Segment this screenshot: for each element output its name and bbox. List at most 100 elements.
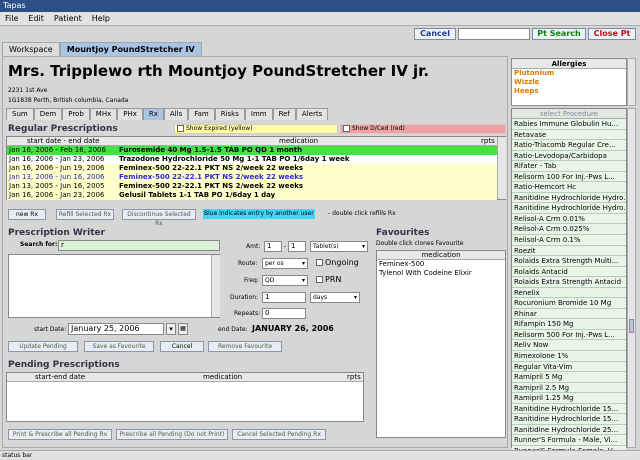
- list-item[interactable]: Feminex-500: [377, 260, 505, 269]
- drug-results-list[interactable]: [8, 254, 220, 318]
- writer-cancel-button[interactable]: Cancel: [160, 341, 204, 352]
- tab-prob[interactable]: Prob: [62, 108, 90, 120]
- tab-fam[interactable]: Fam: [188, 108, 215, 120]
- tab-rx[interactable]: Rx: [142, 108, 164, 120]
- list-item[interactable]: Ratio-Triacomb Regular Cre...: [512, 140, 626, 151]
- tab-alerts[interactable]: Alerts: [295, 108, 329, 120]
- list-item[interactable]: Rocuronium Bromide 10 Mg: [512, 298, 626, 309]
- show-expired-checkbox[interactable]: [177, 125, 184, 132]
- list-item[interactable]: Relisorm 500 For Inj.-Pws L...: [512, 329, 626, 341]
- allergies-scrollbar[interactable]: [627, 58, 636, 106]
- prn-checkbox[interactable]: [316, 276, 323, 283]
- menu-file[interactable]: File: [0, 12, 23, 26]
- show-dced-toggle[interactable]: Show D/Ced (red): [340, 124, 506, 134]
- repeats-input[interactable]: 0: [262, 308, 306, 319]
- start-date-input[interactable]: January 25, 2006: [68, 323, 164, 335]
- procedure-scrollbar[interactable]: [627, 108, 636, 448]
- list-item[interactable]: Relisol-A Crm 0.1%: [512, 235, 626, 246]
- list-item[interactable]: Regular Vita-Vim: [512, 361, 626, 373]
- cancel-button[interactable]: Cancel: [414, 28, 456, 40]
- freq-select[interactable]: QD ▾: [262, 275, 308, 286]
- prn-toggle[interactable]: PRN: [316, 275, 341, 284]
- list-item[interactable]: Retavase: [512, 129, 626, 141]
- amt-max-input[interactable]: 1: [288, 241, 306, 252]
- allergy-item[interactable]: Heeps: [512, 87, 626, 96]
- cancel-selected-pending-button[interactable]: Cancel Selected Pending Rx: [232, 429, 326, 440]
- list-item[interactable]: Ranitidine Hydrochloride Hydro...: [512, 192, 626, 204]
- drug-results-scrollbar[interactable]: [211, 255, 220, 317]
- tab-dem[interactable]: Dem: [33, 108, 63, 120]
- list-item[interactable]: Rolaids Antacid: [512, 266, 626, 278]
- tab-phx[interactable]: PHx: [117, 108, 143, 120]
- list-item[interactable]: Relisorm 100 For Inj.-Pws L...: [512, 171, 626, 183]
- ongoing-toggle[interactable]: Ongoing: [316, 258, 359, 267]
- list-item[interactable]: Rabies Immune Globulin Hu...: [512, 119, 626, 130]
- tab-imm[interactable]: Imm: [244, 108, 273, 120]
- close-patient-button[interactable]: Close Pt: [588, 28, 636, 40]
- scroll-thumb[interactable]: [629, 319, 634, 333]
- list-item[interactable]: Rolaids Extra Strength Multi...: [512, 256, 626, 267]
- table-row[interactable]: Jan 13, 2006 - Jun 16, 2006 Feminex-500 2…: [7, 173, 497, 182]
- table-row[interactable]: Jan 13, 2005 - Jun 16, 2005 Feminex-500 2…: [7, 182, 497, 191]
- rx-table-scrollbar[interactable]: [497, 137, 506, 199]
- menu-patient[interactable]: Patient: [49, 12, 87, 26]
- list-item[interactable]: Ratio-Levodopa/Carbidopa: [512, 150, 626, 162]
- amt-unit-select[interactable]: Tablet(s) ▾: [310, 241, 368, 252]
- list-item[interactable]: Tylenol With Codeine Elixir: [377, 269, 505, 278]
- list-item[interactable]: Relisol-A Crm 0.025%: [512, 224, 626, 236]
- new-rx-button[interactable]: new Rx: [8, 209, 46, 220]
- tab-mhx[interactable]: MHx: [89, 108, 118, 120]
- print-prescribe-all-button[interactable]: Print & Prescribe all Pending Rx: [8, 429, 112, 440]
- patient-search-button[interactable]: Pt Search: [532, 28, 586, 40]
- list-item[interactable]: Ranitidine Hydrochloride Hydro...: [512, 203, 626, 214]
- tab-sum[interactable]: Sum: [6, 108, 34, 120]
- menu-edit[interactable]: Edit: [23, 12, 49, 26]
- update-pending-button[interactable]: Update Pending: [8, 341, 78, 352]
- list-item[interactable]: Renelix: [512, 287, 626, 299]
- list-item[interactable]: Ramipril 2.5 Mg: [512, 382, 626, 394]
- list-item[interactable]: Ramipril 1.25 Mg: [512, 393, 626, 404]
- duration-input[interactable]: 1: [262, 292, 306, 303]
- save-favourite-button[interactable]: Save as Favourite: [84, 341, 154, 352]
- list-item[interactable]: Rimexolone 1%: [512, 351, 626, 362]
- show-dced-checkbox[interactable]: [343, 125, 350, 132]
- prescribe-all-button[interactable]: Prescribe all Pending (Do not Print): [116, 429, 228, 440]
- list-item[interactable]: Rifampin 150 Mg: [512, 319, 626, 330]
- amt-min-input[interactable]: 1: [264, 241, 282, 252]
- date-dropdown-icon[interactable]: ▾: [166, 323, 176, 335]
- list-item[interactable]: Runner'S Formula - Male, Vi...: [512, 435, 626, 446]
- allergy-item[interactable]: Wizzle: [512, 78, 626, 87]
- table-row[interactable]: Jan 16, 2006 - Jan 23, 2006 Gelusil Table…: [7, 191, 497, 200]
- list-item[interactable]: Ratio-Hemcort Hc: [512, 182, 626, 193]
- list-item[interactable]: Rolaids Extra Strength Antacid: [512, 277, 626, 288]
- table-row[interactable]: Jan 16, 2006 - Feb 16, 2006 Furosemide 40…: [7, 146, 497, 155]
- menu-help[interactable]: Help: [87, 12, 115, 26]
- list-item[interactable]: Rifater - Tab: [512, 161, 626, 172]
- list-item[interactable]: Relisol-A Crm 0.01%: [512, 213, 626, 225]
- tab-alls[interactable]: Alls: [163, 108, 189, 120]
- allergy-item[interactable]: Plutonium: [512, 69, 626, 78]
- refill-selected-button[interactable]: Refill Selected Rx: [56, 209, 114, 220]
- list-item[interactable]: Ranitidine Hydrochloride 15...: [512, 414, 626, 425]
- list-item[interactable]: Ramipril 5 Mg: [512, 372, 626, 383]
- table-row[interactable]: Jan 16, 2006 - Jan 23, 2006 Trazodone Hyd…: [7, 155, 497, 164]
- list-item[interactable]: Ranitidine Hydrochloride 25...: [512, 424, 626, 436]
- list-item[interactable]: Roezit: [512, 245, 626, 257]
- tab-patient[interactable]: Mountjoy PoundStretcher IV: [59, 42, 202, 56]
- remove-favourite-button[interactable]: Remove Favourite: [208, 341, 282, 352]
- ongoing-checkbox[interactable]: [316, 259, 323, 266]
- route-select[interactable]: per os ▾: [262, 258, 308, 269]
- discontinue-selected-button[interactable]: Discontinue Selected Rx: [122, 209, 196, 227]
- calendar-icon[interactable]: ▦: [178, 323, 188, 335]
- tab-workspace[interactable]: Workspace: [2, 42, 60, 56]
- tab-ref[interactable]: Ref: [272, 108, 296, 120]
- list-item[interactable]: Reliv Now: [512, 340, 626, 352]
- list-item[interactable]: Ranitidine Hydrochloride 15...: [512, 403, 626, 415]
- table-row[interactable]: Jan 16, 2006 - Jun 19, 2006 Feminex-500 2…: [7, 164, 497, 173]
- list-item[interactable]: Rhinar: [512, 308, 626, 320]
- patient-search-input[interactable]: [458, 28, 530, 40]
- show-expired-toggle[interactable]: Show Expired (yellow): [174, 124, 338, 134]
- duration-unit-select[interactable]: days ▾: [310, 292, 360, 303]
- drug-search-input[interactable]: r: [58, 240, 220, 251]
- tab-risks[interactable]: Risks: [214, 108, 245, 120]
